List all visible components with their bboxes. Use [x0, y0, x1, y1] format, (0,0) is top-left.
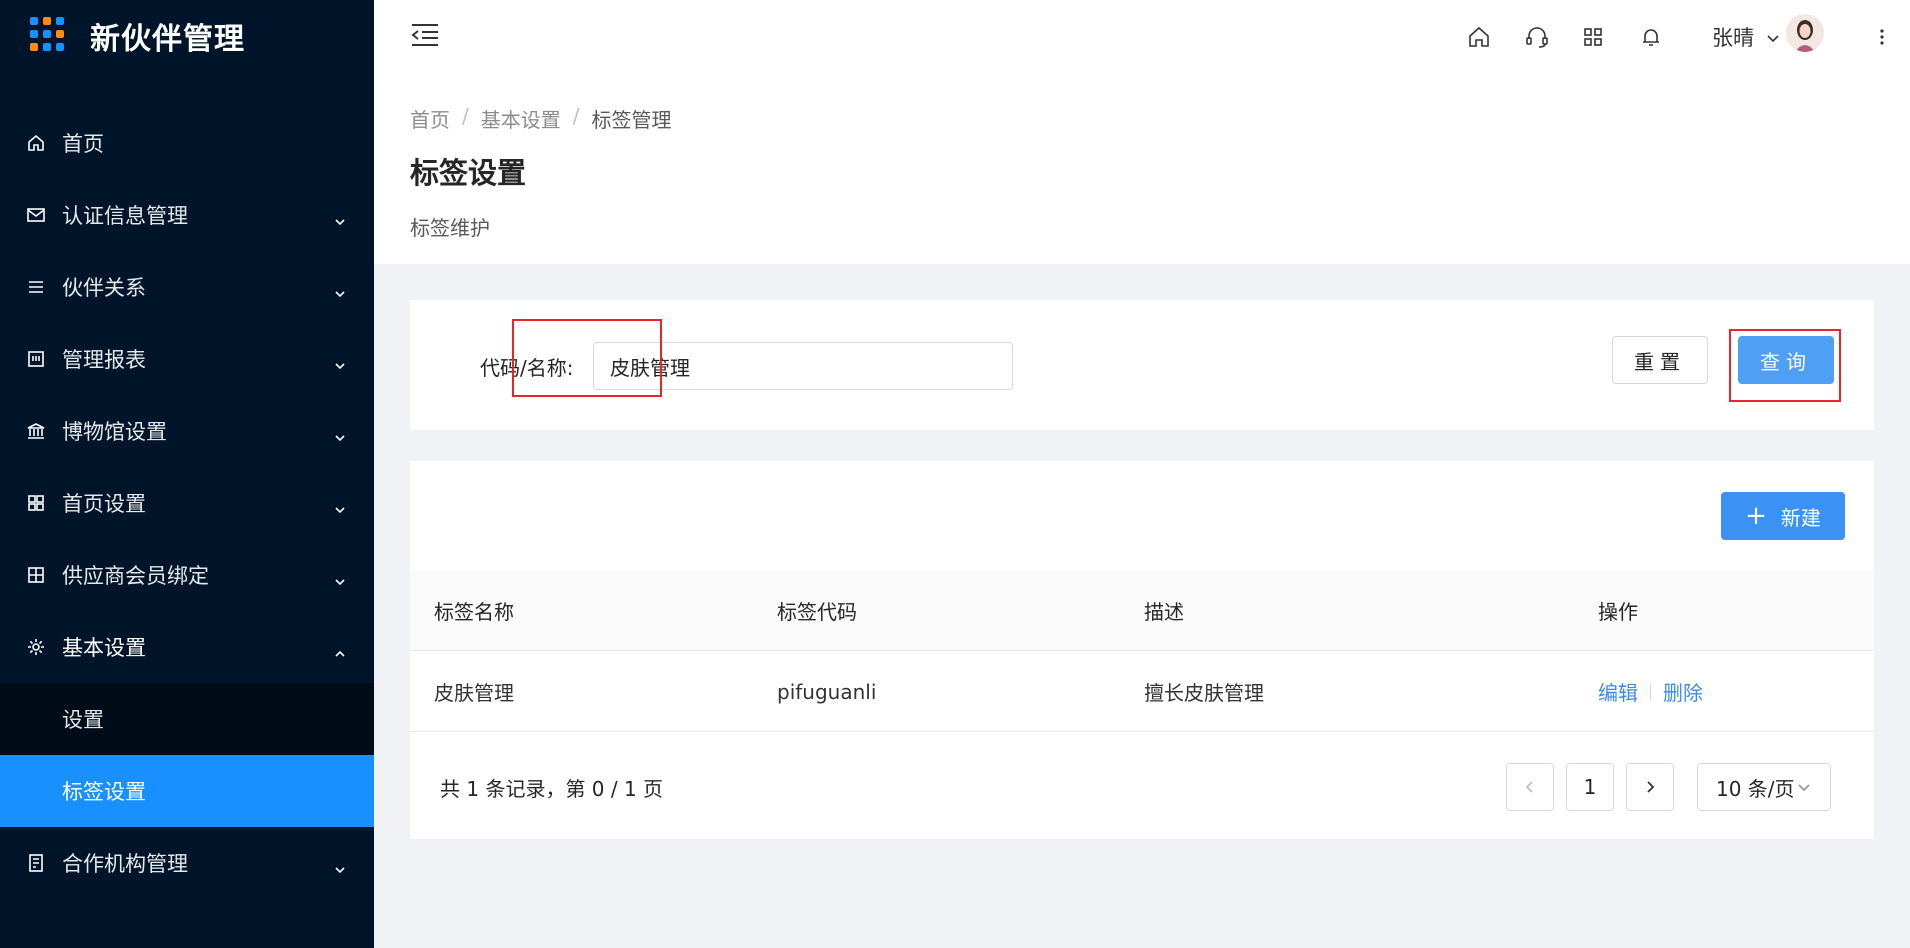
sidebar-item-label: 管理报表	[62, 348, 146, 372]
page-title: 标签设置	[410, 156, 527, 190]
cell-description: 擅长皮肤管理	[1144, 681, 1264, 705]
chevron-down-icon	[334, 209, 346, 226]
page-header: 首页 / 基本设置 / 标签管理 标签设置 标签维护	[374, 82, 1910, 264]
sidebar-menu: 首页 认证信息管理 伙伴关系 管理报表 博物馆设置 首页设置 供应商会员绑定 基…	[0, 107, 374, 899]
cell-actions: 编辑 删除	[1598, 651, 1703, 732]
sidebar-item-label: 认证信息管理	[62, 204, 188, 228]
org-icon	[26, 853, 46, 873]
sidebar-subitem-settings[interactable]: 设置	[0, 683, 374, 755]
sidebar-item-label: 首页设置	[62, 492, 146, 516]
sidebar-item-label: 博物馆设置	[62, 420, 167, 444]
tag-table: 标签名称 标签代码 描述 操作 皮肤管理 pifuguanli 擅长皮肤管理 编…	[410, 570, 1874, 732]
bell-icon[interactable]	[1638, 24, 1664, 50]
more-vertical-icon[interactable]	[1878, 24, 1886, 50]
sidebar-item-basic-settings[interactable]: 基本设置	[0, 611, 374, 683]
pagination-prev-button[interactable]	[1506, 763, 1554, 811]
breadcrumb: 首页 / 基本设置 / 标签管理	[410, 104, 672, 133]
sidebar-item-label: 供应商会员绑定	[62, 564, 209, 588]
list-icon	[26, 277, 46, 297]
chevron-down-icon[interactable]	[1766, 30, 1780, 44]
search-form: 代码/名称: 重置 查询	[410, 300, 1874, 430]
sidebar-item-museum[interactable]: 博物馆设置	[0, 395, 374, 467]
app-logo[interactable]: 新伙伴管理	[30, 14, 245, 58]
logo-grid-icon	[30, 17, 68, 55]
app-title: 新伙伴管理	[90, 22, 245, 57]
museum-icon	[26, 421, 46, 441]
chevron-left-icon	[1525, 781, 1533, 793]
grid-icon	[26, 493, 46, 513]
mail-icon	[26, 205, 46, 225]
username[interactable]: 张晴	[1712, 22, 1754, 52]
gear-icon	[26, 637, 46, 657]
breadcrumb-separator: /	[572, 104, 580, 128]
plus-icon: +	[1745, 501, 1767, 531]
pagination-total: 共 1 条记录，第 0 / 1 页	[440, 777, 664, 801]
top-header: 张晴	[374, 0, 1910, 82]
delete-link[interactable]: 删除	[1663, 677, 1703, 706]
cell-tag-code: pifuguanli	[777, 679, 877, 704]
chevron-down-icon	[334, 353, 346, 370]
sidebar-subitem-label: 设置	[62, 708, 104, 732]
sidebar-item-home[interactable]: 首页	[0, 107, 374, 179]
avatar[interactable]	[1786, 14, 1824, 52]
chevron-down-icon	[334, 425, 346, 442]
page-size-select[interactable]: 10 条/页	[1697, 763, 1831, 811]
chevron-down-icon	[334, 857, 346, 874]
chevron-up-icon	[334, 641, 346, 657]
breadcrumb-separator: /	[462, 104, 469, 128]
chevron-down-icon	[334, 497, 346, 514]
new-button-label: 新建	[1780, 505, 1821, 530]
sidebar-subitem-tag-settings[interactable]: 标签设置	[0, 755, 374, 827]
pagination-next-button[interactable]	[1626, 763, 1674, 811]
sidebar-item-label: 首页	[62, 132, 104, 156]
breadcrumb-item-current: 标签管理	[591, 108, 672, 132]
breadcrumb-item-basic-settings[interactable]: 基本设置	[481, 104, 561, 133]
column-header-description: 描述	[1144, 600, 1184, 624]
table-header-row: 标签名称 标签代码 描述 操作	[410, 570, 1874, 651]
sidebar-item-partner-orgs[interactable]: 合作机构管理	[0, 827, 374, 899]
column-header-actions: 操作	[1598, 600, 1638, 624]
sidebar-item-supplier-binding[interactable]: 供应商会员绑定	[0, 539, 374, 611]
reset-button[interactable]: 重置	[1612, 336, 1708, 384]
chevron-down-icon	[334, 569, 346, 586]
home-icon	[26, 133, 46, 153]
edit-link[interactable]: 编辑	[1598, 677, 1638, 706]
bind-icon	[26, 565, 46, 585]
column-header-tag-code: 标签代码	[777, 600, 857, 624]
sidebar: 新伙伴管理 首页 认证信息管理 伙伴关系 管理报表 博物馆设置 首页设置 供应商…	[0, 0, 374, 948]
column-header-tag-name: 标签名称	[434, 600, 514, 624]
page-subtitle: 标签维护	[410, 216, 490, 240]
sidebar-item-reports[interactable]: 管理报表	[0, 323, 374, 395]
tag-table-card: + 新建 标签名称 标签代码 描述 操作 皮肤管理 pifuguanli 擅长皮…	[410, 461, 1874, 839]
headset-icon[interactable]	[1524, 24, 1550, 50]
highlight-box	[512, 319, 662, 397]
breadcrumb-item-home[interactable]: 首页	[410, 104, 450, 133]
page-size-value: 10 条/页	[1716, 776, 1795, 801]
pagination-page-1[interactable]: 1	[1566, 763, 1614, 811]
basic-settings-submenu: 设置 标签设置	[0, 683, 374, 827]
divider	[1650, 682, 1651, 701]
chevron-right-icon	[1647, 781, 1655, 793]
menu-collapse-icon[interactable]	[410, 22, 440, 48]
sidebar-item-label: 合作机构管理	[62, 852, 188, 876]
home-icon[interactable]	[1466, 24, 1492, 50]
highlight-box	[1729, 329, 1841, 402]
report-icon	[26, 349, 46, 369]
chevron-down-icon	[1797, 784, 1810, 792]
sidebar-item-home-settings[interactable]: 首页设置	[0, 467, 374, 539]
sidebar-item-label: 基本设置	[62, 636, 146, 660]
sidebar-item-label: 伙伴关系	[62, 276, 146, 300]
cell-tag-name: 皮肤管理	[434, 681, 514, 705]
sidebar-item-auth-info[interactable]: 认证信息管理	[0, 179, 374, 251]
new-button[interactable]: + 新建	[1721, 492, 1845, 540]
chevron-down-icon	[334, 281, 346, 298]
apps-icon[interactable]	[1580, 24, 1606, 50]
sidebar-subitem-label: 标签设置	[62, 780, 146, 804]
sidebar-item-partners[interactable]: 伙伴关系	[0, 251, 374, 323]
table-row: 皮肤管理 pifuguanli 擅长皮肤管理 编辑 删除	[410, 651, 1874, 732]
